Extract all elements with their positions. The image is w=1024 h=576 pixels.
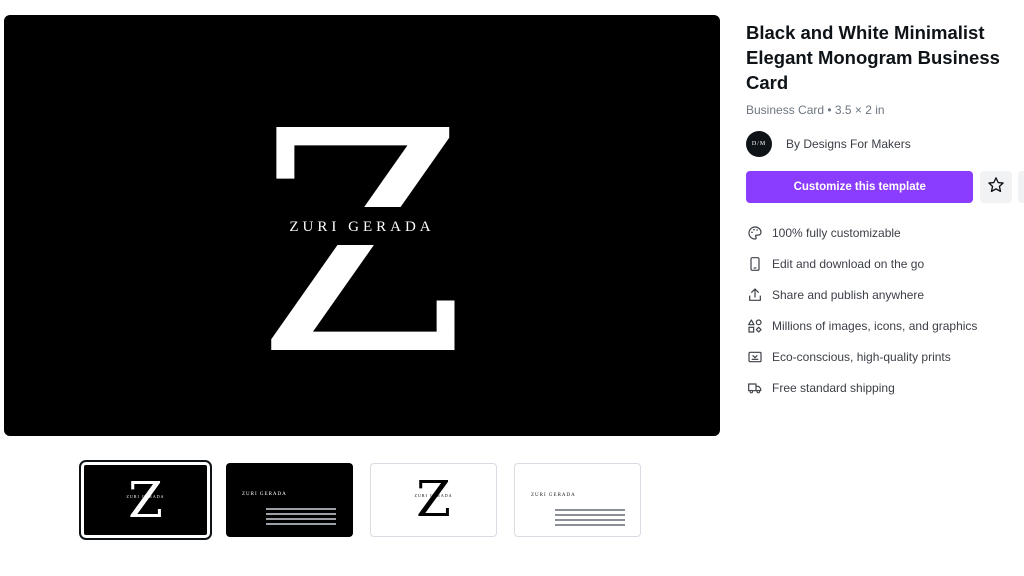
feature-text: Millions of images, icons, and graphics [772, 318, 978, 333]
thumbnail-name: ZURI GERADA [242, 492, 287, 497]
feature-list: 100% fully customizable Edit and downloa… [746, 217, 1024, 403]
shapes-icon [746, 317, 764, 335]
business-card-front: Z ZURI GERADA [4, 15, 720, 436]
favorite-button[interactable] [980, 171, 1013, 203]
feature-text: Free standard shipping [772, 380, 895, 395]
thumbnail-front-light[interactable]: Z ZURI GERADA [370, 463, 497, 537]
template-preview[interactable]: Z ZURI GERADA [4, 15, 720, 436]
thumbnail-name: ZURI GERADA [531, 493, 576, 498]
template-info-panel: Black and White Minimalist Elegant Monog… [746, 20, 1024, 403]
more-button[interactable] [1018, 171, 1024, 203]
customize-template-button[interactable]: Customize this template [746, 171, 974, 203]
monogram-name: ZURI GERADA [289, 219, 435, 235]
template-detail-page: Z ZURI GERADA Z ZURI GERADA ZURI GERADA … [0, 0, 1024, 576]
star-icon [987, 176, 1005, 198]
feature-item: Free standard shipping [746, 372, 1024, 403]
thumbnail-contact-lines [555, 509, 635, 529]
feature-item: 100% fully customizable [746, 217, 1024, 248]
author-row[interactable]: D/M By Designs For Makers [746, 131, 1024, 157]
thumbnail-name: ZURI GERADA [126, 494, 165, 499]
thumbnail-back-light[interactable]: ZURI GERADA [514, 463, 641, 537]
feature-text: 100% fully customizable [772, 225, 901, 240]
feature-text: Eco-conscious, high-quality prints [772, 349, 951, 364]
feature-item: Edit and download on the go [746, 248, 1024, 279]
truck-icon [746, 379, 764, 397]
thumbnail-letter: Z [128, 471, 163, 529]
feature-item: Share and publish anywhere [746, 279, 1024, 310]
thumbnail-contact-lines [266, 508, 346, 528]
phone-icon [746, 255, 764, 273]
share-icon [746, 286, 764, 304]
template-format: Business Card • 3.5 × 2 in [746, 103, 885, 117]
action-row: Customize this template [746, 171, 1024, 203]
author-avatar: D/M [746, 131, 772, 157]
thumbnail-name: ZURI GERADA [414, 493, 453, 498]
thumbnail-letter: Z [416, 470, 451, 528]
feature-text: Share and publish anywhere [772, 287, 925, 302]
author-name[interactable]: By Designs For Makers [786, 137, 911, 151]
template-title: Black and White Minimalist Elegant Monog… [746, 22, 1000, 93]
feature-text: Edit and download on the go [772, 256, 925, 271]
palette-icon [746, 224, 764, 242]
thumbnail-front-dark[interactable]: Z ZURI GERADA [79, 460, 212, 540]
monogram-letter: Z [4, 91, 720, 398]
print-icon [746, 348, 764, 366]
feature-item: Millions of images, icons, and graphics [746, 310, 1024, 341]
feature-item: Eco-conscious, high-quality prints [746, 341, 1024, 372]
thumbnail-back-dark[interactable]: ZURI GERADA [226, 463, 353, 537]
